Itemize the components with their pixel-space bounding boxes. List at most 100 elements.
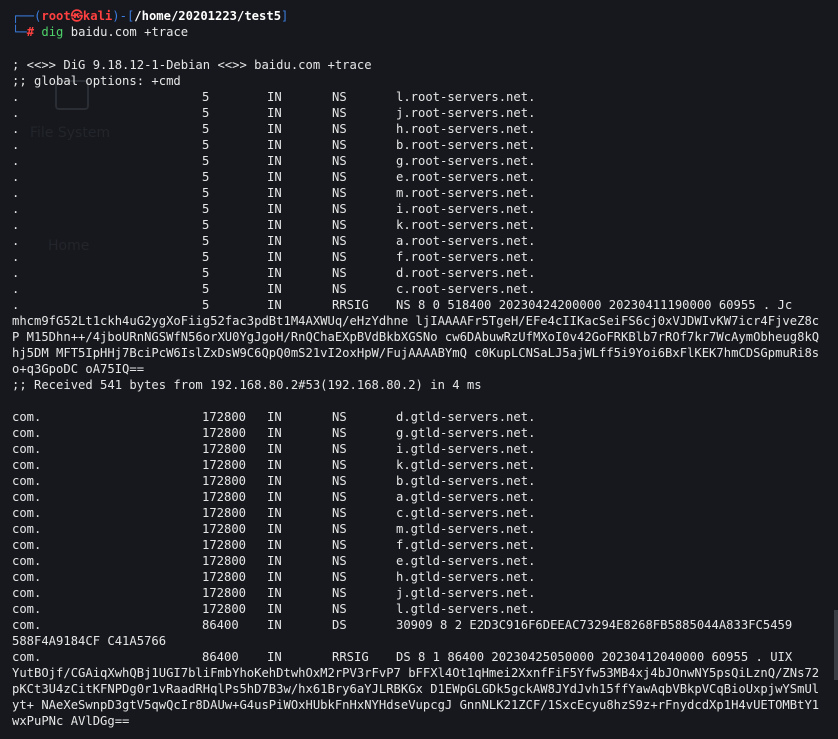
record-field: 172800	[202, 506, 247, 520]
record-field: 5	[202, 202, 210, 216]
record-field: NS	[332, 570, 347, 584]
record-field: IN	[267, 426, 282, 440]
record-field: m.root-servers.net.	[396, 186, 536, 200]
record-field: com.	[12, 650, 42, 664]
record-field: RRSIG	[332, 650, 369, 664]
record-field: NS	[332, 282, 347, 296]
record-field: com.	[12, 554, 42, 568]
record-field: IN	[267, 490, 282, 504]
record-field: com.	[12, 426, 42, 440]
root-rrsig-signature: mhcm9fG52Lt1ckh4uG2ygXoFiig52fac3pdBt1M4…	[12, 314, 820, 376]
record-field: NS	[332, 506, 347, 520]
record-field: .	[12, 298, 20, 312]
record-field: NS 8 0 518400 20230424200000 20230411190…	[396, 298, 793, 312]
record-field: b.gtld-servers.net.	[396, 474, 536, 488]
record-field: 172800	[202, 538, 247, 552]
record-field: d.root-servers.net.	[396, 266, 536, 280]
record-field: 172800	[202, 522, 247, 536]
record-field: IN	[267, 234, 282, 248]
record-field: IN	[267, 202, 282, 216]
record-field: l.root-servers.net.	[396, 90, 536, 104]
record-field: 5	[202, 170, 210, 184]
record-field: IN	[267, 250, 282, 264]
record-field: 5	[202, 218, 210, 232]
record-field: RRSIG	[332, 298, 369, 312]
terminal-window[interactable]: File System Home ┌──(root㉿kali)-[/home/2…	[0, 0, 838, 739]
record-field: IN	[267, 458, 282, 472]
record-field: NS	[332, 442, 347, 456]
record-field: DS	[332, 618, 347, 632]
record-field: NS	[332, 474, 347, 488]
record-field: 5	[202, 122, 210, 136]
record-field: 172800	[202, 586, 247, 600]
record-field: a.gtld-servers.net.	[396, 490, 536, 504]
record-field: com.	[12, 586, 42, 600]
record-field: IN	[267, 618, 282, 632]
scrollbar-thumb[interactable]	[834, 610, 838, 680]
record-field: 5	[202, 186, 210, 200]
record-field: m.gtld-servers.net.	[396, 522, 536, 536]
record-field: 172800	[202, 410, 247, 424]
dig-header-line: ;; global options: +cmd	[12, 74, 181, 88]
received-line: ;; Received 541 bytes from 192.168.80.2#…	[12, 378, 482, 392]
record-field: com.	[12, 570, 42, 584]
record-field: .	[12, 186, 20, 200]
record-field: NS	[332, 106, 347, 120]
record-field: NS	[332, 138, 347, 152]
desktop-label-filesystem: File System	[30, 125, 111, 141]
record-field: NS	[332, 170, 347, 184]
record-field: 172800	[202, 458, 247, 472]
record-field: .	[12, 90, 20, 104]
prompt-at-symbol: ㉿	[70, 9, 83, 23]
record-field: a.root-servers.net.	[396, 234, 536, 248]
record-field: NS	[332, 586, 347, 600]
record-field: IN	[267, 154, 282, 168]
record-field: IN	[267, 554, 282, 568]
record-field: IN	[267, 586, 282, 600]
record-field: i.root-servers.net.	[396, 202, 536, 216]
record-field: 5	[202, 90, 210, 104]
record-field: NS	[332, 410, 347, 424]
record-field: NS	[332, 186, 347, 200]
com-rrsig-signature: YutBOjf/CGAiqXwhQBj1UGI7bliFmbYhoKehDtwh…	[12, 666, 827, 728]
record-field: com.	[12, 602, 42, 616]
record-field: f.root-servers.net.	[396, 250, 536, 264]
record-field: com.	[12, 618, 42, 632]
prompt-line: ┌──(root㉿kali)-[/home/20201223/test5]	[12, 9, 289, 23]
record-field: i.gtld-servers.net.	[396, 442, 536, 456]
record-field: .	[12, 106, 20, 120]
record-field: NS	[332, 554, 347, 568]
record-field: 172800	[202, 602, 247, 616]
record-field: 5	[202, 138, 210, 152]
record-field: e.root-servers.net.	[396, 170, 536, 184]
prompt-host: kali	[82, 9, 113, 23]
record-field: 5	[202, 282, 210, 296]
record-field: h.root-servers.net.	[396, 122, 536, 136]
record-field: c.root-servers.net.	[396, 282, 536, 296]
record-field: g.root-servers.net.	[396, 154, 536, 168]
record-field: com.	[12, 506, 42, 520]
prompt-user: root	[41, 9, 71, 23]
record-field: IN	[267, 538, 282, 552]
record-field: k.gtld-servers.net.	[396, 458, 536, 472]
record-field: IN	[267, 90, 282, 104]
record-field: 5	[202, 234, 210, 248]
record-field: 172800	[202, 426, 247, 440]
record-field: j.root-servers.net.	[396, 106, 536, 120]
record-field: 5	[202, 298, 210, 312]
record-field: IN	[267, 218, 282, 232]
command-line[interactable]: └─# dig baidu.com +trace	[12, 24, 188, 40]
record-field: com.	[12, 522, 42, 536]
record-field: 5	[202, 154, 210, 168]
record-field: NS	[332, 218, 347, 232]
record-field: IN	[267, 266, 282, 280]
record-field: b.root-servers.net.	[396, 138, 536, 152]
record-field: IN	[267, 138, 282, 152]
record-field: IN	[267, 442, 282, 456]
record-field: NS	[332, 538, 347, 552]
record-field: NS	[332, 602, 347, 616]
prompt-symbol: #	[26, 25, 35, 39]
ds-record-continuation: 588F4A9184CF C41A5766	[12, 634, 167, 648]
record-field: 86400	[202, 618, 239, 632]
record-field: .	[12, 282, 20, 296]
